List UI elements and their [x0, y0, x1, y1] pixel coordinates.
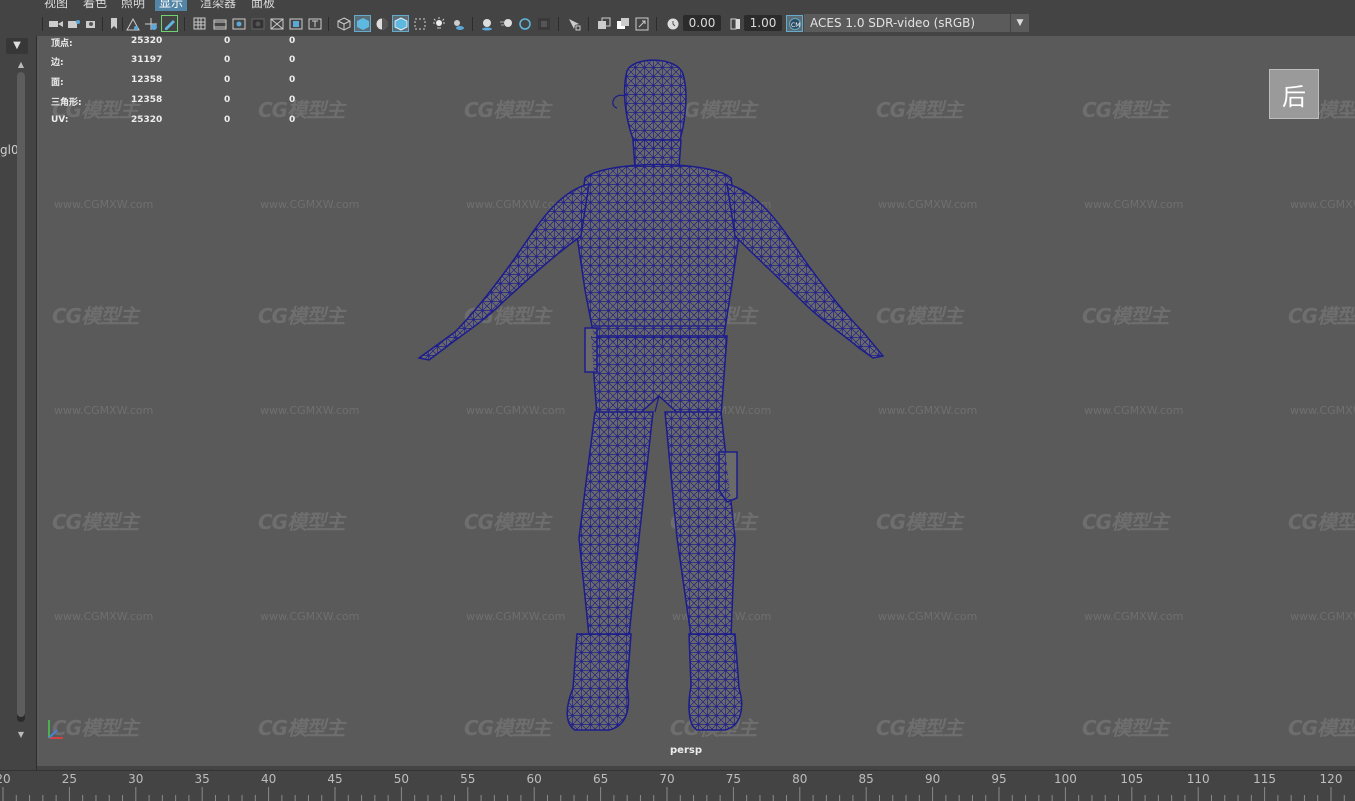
- scroll-down-arrow-icon[interactable]: ▼: [16, 730, 26, 740]
- character-wireframe-mesh[interactable]: [37, 36, 1355, 766]
- safe-title-icon[interactable]: [307, 16, 322, 31]
- frame-label: 75: [725, 772, 742, 786]
- left-side-panel: ▼ gl0 ▲ ▼: [0, 0, 37, 770]
- frame-label: 85: [858, 772, 874, 786]
- menu-show[interactable]: 显示: [155, 0, 188, 11]
- menu-view[interactable]: 视图: [40, 0, 72, 11]
- menu-renderer[interactable]: 渲染器: [196, 0, 240, 11]
- film-gate-icon[interactable]: [212, 16, 227, 31]
- default-material-icon[interactable]: [374, 16, 389, 31]
- frame-label: 55: [460, 772, 476, 786]
- persp-viewport[interactable]: CG模型主 CG模型主 CG模型主 CG模型主 www.CGMXW.com www.CGM…: [37, 36, 1355, 766]
- frame-label: 115: [1253, 772, 1277, 786]
- depth-of-field-icon[interactable]: [536, 16, 551, 31]
- frame-label: 120: [1319, 772, 1343, 786]
- grid-icon[interactable]: [192, 16, 207, 31]
- frame-label: 95: [991, 772, 1007, 786]
- color-management-icon[interactable]: CM: [786, 15, 803, 32]
- frame-label: 60: [526, 772, 542, 786]
- shade-wireframe-icon[interactable]: [392, 15, 409, 32]
- view-transform-select[interactable]: ACES 1.0 SDR-video (sRGB): [804, 14, 1028, 32]
- camera-attributes-icon[interactable]: [66, 16, 81, 31]
- multisample-aa-icon[interactable]: [517, 16, 532, 31]
- camera-name-label: persp: [670, 745, 702, 756]
- gate-mask-icon[interactable]: [250, 16, 265, 31]
- frame-label: 80: [792, 772, 808, 786]
- xray-icon[interactable]: [596, 16, 611, 31]
- motion-blur-icon[interactable]: [498, 16, 513, 31]
- isolate-select-icon[interactable]: [566, 16, 581, 31]
- frame-label: 100: [1053, 772, 1077, 786]
- frame-label: 45: [327, 772, 343, 786]
- panel-menu-dropdown-icon[interactable]: ▼: [6, 38, 28, 54]
- gamma-icon[interactable]: [727, 16, 742, 31]
- panel-menu-bar: 视图 着色 照明 显示 渲染器 面板: [36, 0, 1355, 11]
- wireframe-icon[interactable]: [336, 16, 351, 31]
- menu-panels[interactable]: 面板: [247, 0, 279, 11]
- scroll-track[interactable]: [17, 72, 25, 722]
- frame-label: 40: [260, 772, 277, 786]
- bookmark-icon[interactable]: [106, 16, 121, 31]
- axis-orientation-icon: [48, 720, 63, 739]
- resolution-gate-icon[interactable]: [231, 16, 246, 31]
- frame-label: 20: [0, 772, 11, 786]
- exposure-field[interactable]: 0.00: [683, 15, 721, 31]
- use-all-lights-icon[interactable]: [431, 16, 446, 31]
- camera-bookmark-icon[interactable]: [84, 16, 99, 31]
- textured-icon[interactable]: [412, 16, 427, 31]
- safe-action-icon[interactable]: [288, 16, 303, 31]
- panel-toolbar: 0.00 1.00 CM ACES 1.0 SDR-video (sRGB) ▼: [36, 11, 1355, 36]
- image-plane-icon[interactable]: [125, 16, 140, 31]
- time-slider-ticks[interactable]: [0, 787, 1355, 801]
- frame-label: 105: [1120, 772, 1144, 786]
- smooth-shade-icon[interactable]: [354, 15, 371, 32]
- view-cube[interactable]: 后: [1269, 69, 1319, 119]
- camera-select-icon[interactable]: [48, 16, 63, 31]
- panel-scrollbar[interactable]: ▲ ▼: [16, 60, 26, 740]
- gamma-field[interactable]: 1.00: [744, 15, 782, 31]
- svg-text:CM: CM: [791, 22, 800, 29]
- menu-lighting[interactable]: 照明: [117, 0, 149, 11]
- time-slider[interactable]: 20 25 30 35 40 45 50 55 60 65 70 75 80 85 90 95 100 105 11…: [0, 770, 1355, 801]
- frame-label: 35: [194, 772, 210, 786]
- frame-label: 65: [592, 772, 609, 786]
- xray-active-icon[interactable]: [615, 16, 630, 31]
- frame-label: 25: [61, 772, 78, 786]
- frame-label: 90: [924, 772, 941, 786]
- frame-label: 50: [393, 772, 410, 786]
- frame-label: 110: [1186, 772, 1210, 786]
- scroll-up-arrow-icon[interactable]: ▲: [16, 60, 26, 70]
- chevron-down-icon[interactable]: ▼: [1010, 14, 1029, 32]
- shadows-icon[interactable]: [450, 16, 465, 31]
- frame-label: 30: [128, 772, 144, 786]
- menu-shading[interactable]: 着色: [79, 0, 111, 11]
- scroll-thumb[interactable]: [17, 72, 25, 717]
- screen-space-ao-icon[interactable]: [479, 16, 494, 31]
- frame-label: 70: [659, 772, 675, 786]
- xray-joints-icon[interactable]: [634, 16, 649, 31]
- 2d-pan-zoom-icon[interactable]: [143, 16, 158, 31]
- exposure-icon[interactable]: [665, 16, 680, 31]
- field-chart-icon[interactable]: [269, 16, 284, 31]
- grease-pencil-icon[interactable]: [161, 15, 178, 32]
- time-slider-labels: 20 25 30 35 40 45 50 55 60 65 70 75 80 85 90 95 100 105 11…: [0, 772, 1355, 786]
